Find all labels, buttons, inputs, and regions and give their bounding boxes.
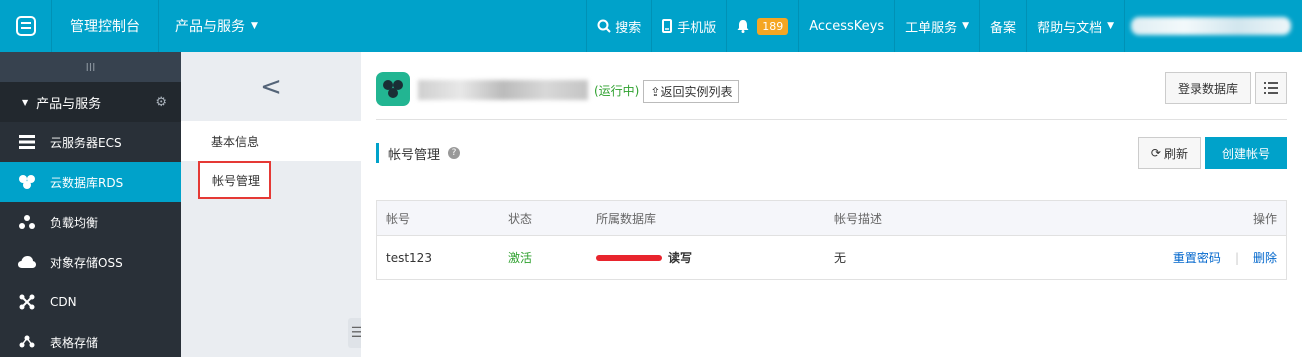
main-sidebar: III ▼ 产品与服务 ⚙ 云服务器ECS 云数据库RDS 负载均衡 对象存储O…	[0, 52, 181, 357]
subnav-item-basic-info[interactable]: 基本信息	[181, 121, 361, 161]
sidebar-item-label: 云数据库RDS	[50, 175, 124, 190]
column-header: 所属数据库	[596, 211, 657, 226]
sidebar-item-oss[interactable]: 对象存储OSS	[0, 242, 181, 282]
redacted-instance-name	[418, 80, 588, 100]
load-balancer-icon	[18, 215, 36, 229]
sidebar-item-slb[interactable]: 负载均衡	[0, 202, 181, 242]
instance-header: (运行中) ⇪返回实例列表 登录数据库	[376, 72, 1287, 120]
main-content: (运行中) ⇪返回实例列表 登录数据库 帐号管理 ? ⟳ 刷新 创建帐号 帐号 状…	[361, 52, 1302, 357]
back-chevron-icon[interactable]: <	[181, 52, 361, 121]
tickets-menu[interactable]: 工单服务 ▼	[894, 0, 979, 52]
sidebar-section-products[interactable]: ▼ 产品与服务 ⚙	[0, 82, 181, 122]
create-account-button[interactable]: 创建帐号	[1204, 137, 1287, 169]
mobile-icon	[662, 19, 673, 33]
sidebar-section-label: 产品与服务	[36, 96, 102, 112]
column-header: 帐号	[386, 211, 411, 226]
console-title[interactable]: 管理控制台	[52, 0, 159, 52]
mobile-button[interactable]: 手机版	[651, 0, 726, 52]
login-database-button[interactable]: 登录数据库	[1164, 72, 1251, 104]
instance-status: (运行中)	[594, 84, 640, 98]
search-label: 搜索	[615, 20, 642, 36]
cdn-icon	[18, 294, 36, 310]
chevron-down-icon: ▼	[962, 21, 970, 31]
mobile-label: 手机版	[677, 20, 717, 36]
sidebar-item-tablestore[interactable]: 表格存储	[0, 322, 181, 357]
beian-link[interactable]: 备案	[979, 0, 1026, 52]
sidebar-item-label: 表格存储	[50, 335, 99, 350]
instance-subnav: < 基本信息 帐号管理 ☰	[181, 52, 366, 357]
table-store-icon	[18, 335, 36, 349]
sidebar-item-cdn[interactable]: CDN	[0, 282, 181, 322]
refresh-button[interactable]: ⟳ 刷新	[1137, 137, 1201, 169]
section-actions: ⟳ 刷新 创建帐号	[1137, 137, 1287, 169]
cloud-storage-icon	[18, 255, 36, 269]
top-bar: 管理控制台 产品与服务 ▼ 搜索 手机版 189 AccessKeys 工单服务…	[0, 0, 1302, 52]
help-menu[interactable]: 帮助与文档 ▼	[1026, 0, 1124, 52]
sidebar-collapse-toggle[interactable]: III	[0, 52, 181, 82]
refresh-label: 刷新	[1163, 146, 1188, 161]
table-header-row: 帐号 状态 所属数据库 帐号描述 操作	[377, 201, 1286, 235]
products-menu[interactable]: 产品与服务 ▼	[159, 0, 274, 52]
products-menu-label: 产品与服务	[175, 19, 245, 35]
account-database: 读写	[596, 249, 834, 266]
refresh-icon: ⟳	[1150, 146, 1161, 160]
bell-icon	[737, 20, 749, 33]
sidebar-item-rds[interactable]: 云数据库RDS	[0, 162, 181, 202]
sidebar-item-label: CDN	[50, 295, 77, 309]
sidebar-item-ecs[interactable]: 云服务器ECS	[0, 122, 181, 162]
column-header: 状态	[508, 211, 533, 226]
rds-logo-icon	[376, 72, 410, 106]
notifications-button[interactable]: 189	[726, 0, 798, 52]
server-icon	[18, 135, 36, 149]
search-icon	[597, 19, 611, 33]
help-icon[interactable]: ?	[448, 147, 461, 159]
accesskeys-link[interactable]: AccessKeys	[798, 0, 894, 52]
sidebar-item-label: 云服务器ECS	[50, 135, 122, 150]
account-name: test123	[386, 250, 432, 265]
back-to-instance-list-button[interactable]: ⇪返回实例列表	[643, 80, 740, 103]
column-header: 操作	[1252, 211, 1277, 226]
caret-down-icon: ▼	[22, 97, 29, 107]
action-divider: |	[1234, 250, 1239, 265]
gear-icon[interactable]: ⚙	[155, 95, 167, 110]
table-row: test123 激活 读写 无 重置密码 | 删除	[377, 235, 1286, 279]
section-title: 帐号管理 ?	[376, 143, 461, 163]
reset-password-link[interactable]: 重置密码	[1173, 249, 1221, 266]
section-title-label: 帐号管理	[388, 147, 441, 163]
database-icon	[18, 174, 36, 190]
sidebar-item-label: 对象存储OSS	[50, 255, 123, 270]
search-button[interactable]: 搜索	[586, 0, 651, 52]
database-permission: 读写	[668, 251, 693, 265]
back-to-list-label: 返回实例列表	[660, 85, 733, 99]
delete-link[interactable]: 删除	[1253, 249, 1277, 266]
subnav-item-account-management[interactable]: 帐号管理	[198, 161, 271, 199]
accounts-table: 帐号 状态 所属数据库 帐号描述 操作 test123 激活 读写 无 重置密码…	[376, 200, 1287, 280]
upload-arrow-icon: ⇪	[650, 85, 661, 99]
tickets-menu-label: 工单服务	[905, 20, 958, 36]
chevron-down-icon: ▼	[251, 21, 258, 31]
chevron-down-icon: ▼	[1107, 21, 1114, 31]
sidebar-item-label: 负载均衡	[50, 215, 99, 230]
row-actions: 重置密码 | 删除	[1156, 249, 1286, 266]
notification-badge: 189	[757, 17, 789, 35]
user-menu[interactable]	[1124, 0, 1302, 52]
column-header: 帐号描述	[834, 211, 883, 226]
list-view-icon[interactable]	[1255, 72, 1287, 104]
redacted-username	[1131, 17, 1291, 35]
redacted-database-name	[596, 254, 662, 261]
help-menu-label: 帮助与文档	[1037, 20, 1103, 36]
home-logo-icon[interactable]	[0, 0, 52, 52]
account-status: 激活	[508, 251, 533, 265]
instance-header-actions: 登录数据库	[1164, 72, 1287, 104]
account-description: 无	[834, 251, 847, 265]
